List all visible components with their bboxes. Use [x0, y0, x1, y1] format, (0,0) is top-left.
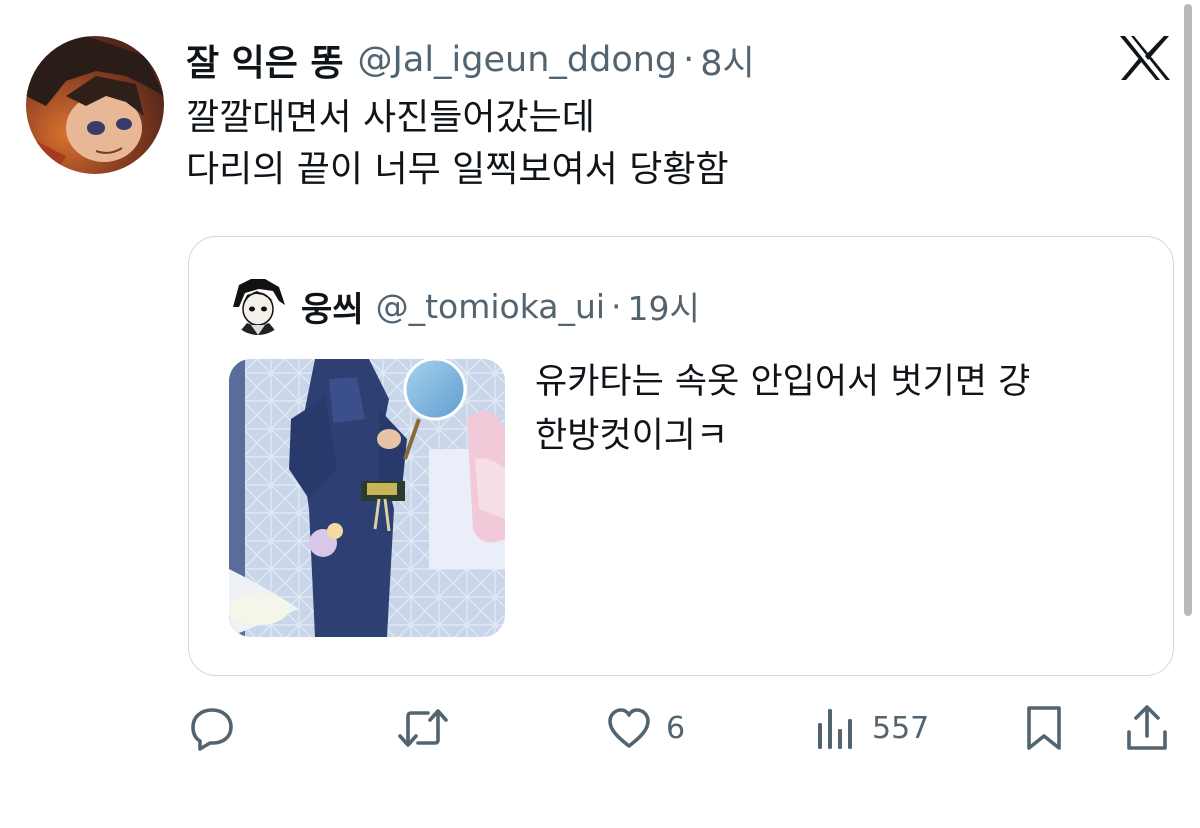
- separator-dot: ·: [611, 286, 622, 326]
- tweet-text-line: 깔깔대면서 사진들어갔는데: [186, 97, 595, 138]
- quoted-tweet-card[interactable]: 웅씌 @_tomioka_ui · 19시 유카타는 속옷 안입어서 벗기면 걍…: [188, 236, 1174, 676]
- views-icon: [812, 705, 858, 751]
- author-avatar[interactable]: [26, 36, 164, 174]
- quoted-tweet-text-line: 유카타는 속옷 안입어서 벗기면 걍: [535, 362, 1031, 402]
- share-button[interactable]: [1124, 700, 1170, 756]
- author-display-name[interactable]: 잘 익은 똥: [186, 34, 344, 86]
- like-button[interactable]: 6: [606, 700, 685, 756]
- quoted-tweet-text: 유카타는 속옷 안입어서 벗기면 걍 한방컷이긔ㅋ: [535, 355, 1145, 463]
- separator-dot: ·: [683, 40, 695, 80]
- quoted-author-avatar[interactable]: [229, 277, 287, 335]
- bookmark-icon: [1022, 704, 1066, 752]
- quoted-tweet-header: 웅씌 @_tomioka_ui · 19시: [301, 281, 700, 331]
- bookmark-button[interactable]: [1022, 700, 1066, 756]
- reply-button[interactable]: [188, 700, 250, 756]
- quoted-author-display-name[interactable]: 웅씌: [301, 282, 364, 331]
- tweet-time[interactable]: 8시: [700, 35, 754, 86]
- views-count: 557: [872, 710, 930, 746]
- like-icon: [606, 706, 652, 750]
- scrollbar[interactable]: [1184, 4, 1192, 616]
- quoted-tweet-text-line: 한방컷이긔ㅋ: [535, 416, 729, 456]
- views-button[interactable]: 557: [812, 700, 929, 756]
- quoted-author-handle[interactable]: @_tomioka_ui: [376, 287, 605, 326]
- share-icon: [1124, 704, 1170, 752]
- quoted-tweet-image[interactable]: [229, 359, 505, 637]
- tweet-text-line: 다리의 끝이 너무 일찍보여서 당황함: [186, 149, 729, 190]
- tweet-text: 깔깔대면서 사진들어갔는데 다리의 끝이 너무 일찍보여서 당황함: [186, 92, 1126, 196]
- x-logo-icon[interactable]: [1118, 34, 1172, 82]
- retweet-icon: [396, 704, 450, 752]
- action-bar: 6 557: [0, 700, 1200, 756]
- retweet-button[interactable]: [396, 700, 464, 756]
- reply-icon: [188, 704, 236, 752]
- author-handle[interactable]: @Jal_igeun_ddong: [358, 40, 678, 80]
- quoted-tweet-time[interactable]: 19시: [628, 282, 700, 330]
- tweet-header: 잘 익은 똥 @Jal_igeun_ddong · 8시: [186, 34, 755, 86]
- tweet: 잘 익은 똥 @Jal_igeun_ddong · 8시 깔깔대면서 사진들어갔…: [0, 0, 1200, 828]
- like-count: 6: [666, 710, 686, 746]
